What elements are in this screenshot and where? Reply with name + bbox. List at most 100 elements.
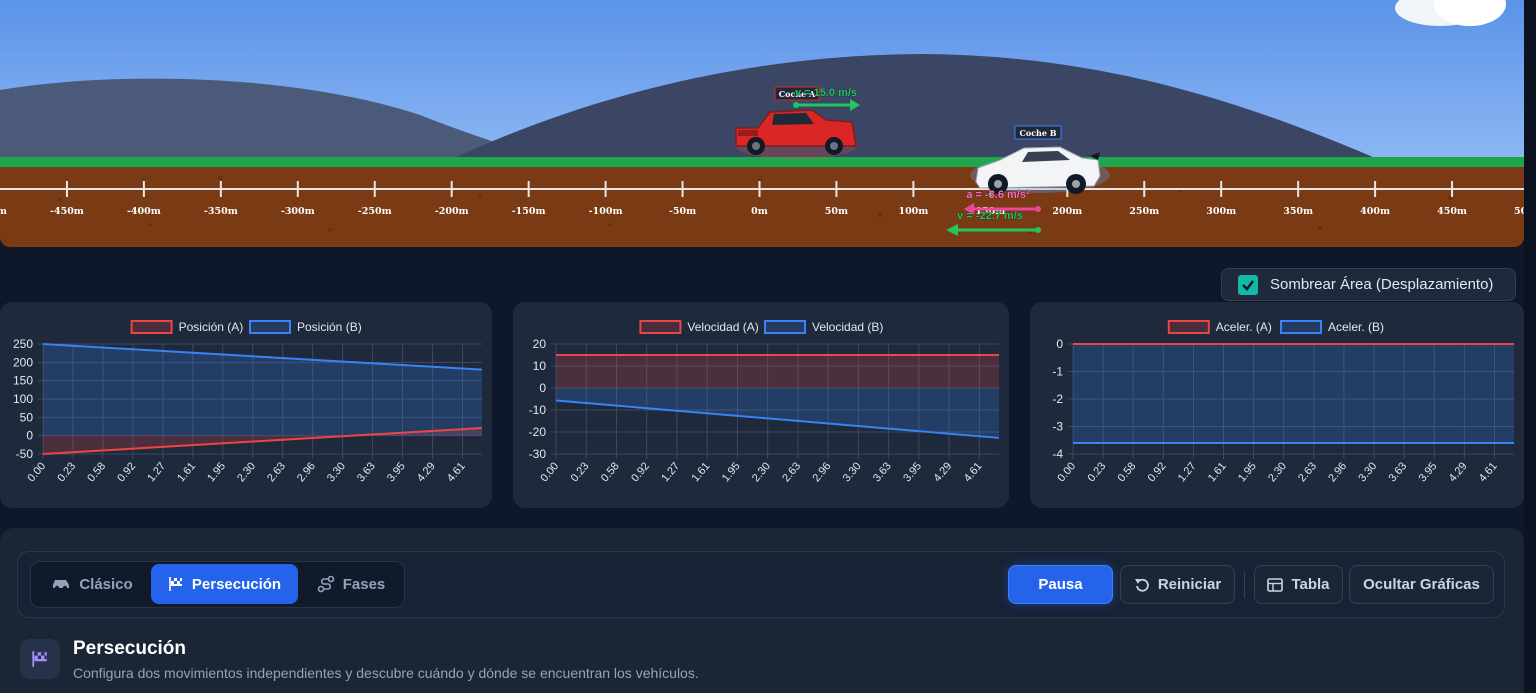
car-a-velocity-label: v = 15.0 m/s bbox=[795, 87, 857, 99]
ruler-tick-label: 50m bbox=[825, 206, 848, 217]
legend-swatch bbox=[764, 320, 806, 334]
hide-charts-label: Ocultar Gráficas bbox=[1363, 576, 1480, 593]
legend-label: Velocidad (B) bbox=[812, 320, 883, 334]
x-tick-label: 4.61 bbox=[445, 460, 468, 484]
x-tick-label: 0.00 bbox=[1055, 460, 1078, 484]
table-button[interactable]: Tabla bbox=[1254, 565, 1343, 604]
section-title: Persecución bbox=[73, 638, 186, 659]
ruler-tick-label: -50m bbox=[669, 206, 696, 217]
x-tick-label: 0.58 bbox=[599, 460, 622, 484]
reset-icon bbox=[1134, 578, 1149, 592]
ruler-tick-label: 450m bbox=[1437, 206, 1467, 217]
x-tick-label: 1.27 bbox=[659, 460, 682, 484]
ruler-tick-label: 300m bbox=[1206, 206, 1236, 217]
x-tick-label: 1.61 bbox=[175, 460, 198, 484]
x-tick-label: 0.58 bbox=[1116, 460, 1139, 484]
x-tick-label: 3.95 bbox=[1417, 460, 1440, 484]
x-tick-label: 1.95 bbox=[720, 460, 743, 484]
x-tick-label: 2.30 bbox=[750, 460, 773, 484]
x-tick-label: 2.96 bbox=[1326, 460, 1349, 484]
x-tick-label: 2.96 bbox=[810, 460, 833, 484]
x-tick-label: 0.58 bbox=[85, 460, 108, 484]
y-tick-label: -30 bbox=[529, 447, 547, 461]
x-tick-label: 2.30 bbox=[1266, 460, 1289, 484]
ruler-tick-label: 100m bbox=[898, 206, 928, 217]
y-tick-label: -50 bbox=[16, 447, 34, 461]
legend-label: Posición (A) bbox=[179, 320, 244, 334]
x-tick-label: 4.29 bbox=[415, 460, 438, 484]
y-tick-label: 0 bbox=[539, 381, 546, 395]
reset-button[interactable]: Reiniciar bbox=[1120, 565, 1235, 604]
position-chart-card: Posición (A) Posición (B) -50 0 50 100 150 200 2… bbox=[0, 302, 492, 508]
x-tick-label: 3.63 bbox=[871, 460, 894, 484]
y-tick-label: -3 bbox=[1052, 420, 1063, 434]
x-tick-label: 4.61 bbox=[962, 460, 985, 484]
x-tick-label: 3.95 bbox=[385, 460, 408, 484]
y-tick-label: -1 bbox=[1052, 365, 1063, 379]
shade-area-checkbox[interactable] bbox=[1238, 274, 1258, 295]
mode-classic-button[interactable]: Clásico bbox=[38, 564, 146, 604]
legend-swatch bbox=[249, 320, 291, 334]
car-b-label: Coche B bbox=[1019, 128, 1056, 138]
x-tick-label: 4.61 bbox=[1477, 460, 1500, 484]
series-area bbox=[556, 355, 999, 388]
toolbar-divider bbox=[1244, 572, 1245, 598]
ruler-tick-label: 250m bbox=[1129, 206, 1159, 217]
shade-area-label: Sombrear Área (Desplazamiento) bbox=[1270, 276, 1494, 293]
x-tick-label: 0.92 bbox=[1146, 460, 1169, 484]
x-tick-label: 2.63 bbox=[265, 460, 288, 484]
shade-area-toggle[interactable]: Sombrear Área (Desplazamiento) bbox=[1221, 268, 1516, 301]
grass-strip bbox=[0, 157, 1524, 167]
car-icon bbox=[53, 580, 70, 591]
x-tick-label: 1.61 bbox=[690, 460, 713, 484]
ruler-tick-label: -350m bbox=[204, 206, 238, 217]
x-tick-label: 3.63 bbox=[355, 460, 378, 484]
scene-canvas: -500m -450m -400m -350m -300m -250m -200m -150m… bbox=[0, 0, 1524, 247]
legend-label: Aceler. (A) bbox=[1216, 320, 1272, 334]
section-description: Configura dos movimientos independientes… bbox=[73, 665, 699, 681]
y-tick-label: -10 bbox=[529, 403, 547, 417]
y-tick-label: 250 bbox=[13, 337, 33, 351]
x-tick-label: 0.00 bbox=[25, 460, 48, 484]
x-tick-label: 3.30 bbox=[1356, 460, 1379, 484]
mode-chase-button[interactable]: Persecución bbox=[151, 564, 298, 604]
x-tick-label: 0.92 bbox=[115, 460, 138, 484]
legend-swatch bbox=[1280, 320, 1322, 334]
scrollbar-track[interactable] bbox=[1524, 0, 1536, 693]
x-tick-label: 4.29 bbox=[1447, 460, 1470, 484]
pause-button[interactable]: Pausa bbox=[1008, 565, 1113, 604]
legend-swatch bbox=[1167, 320, 1210, 334]
ruler-tick-label: 400m bbox=[1360, 206, 1390, 217]
x-tick-label: 4.29 bbox=[931, 460, 954, 484]
ruler-tick-label: -500m bbox=[0, 206, 7, 217]
x-tick-label: 2.96 bbox=[295, 460, 318, 484]
legend-label: Velocidad (A) bbox=[687, 320, 758, 334]
check-icon bbox=[1242, 279, 1254, 291]
ruler-tick-label: 200m bbox=[1052, 206, 1082, 217]
y-tick-label: 100 bbox=[13, 392, 33, 406]
hide-charts-button[interactable]: Ocultar Gráficas bbox=[1349, 565, 1494, 604]
pause-label: Pausa bbox=[1038, 576, 1083, 593]
mode-phases-label: Fases bbox=[342, 575, 386, 593]
ruler-tick-label: -450m bbox=[50, 206, 84, 217]
simulation-scene: -500m -450m -400m -350m -300m -250m -200m -150m… bbox=[0, 0, 1524, 247]
x-tick-label: 2.63 bbox=[780, 460, 803, 484]
reset-label: Reiniciar bbox=[1157, 576, 1222, 593]
mode-phases-button[interactable]: Fases bbox=[304, 564, 398, 604]
series-area bbox=[556, 388, 999, 438]
y-tick-label: 50 bbox=[20, 410, 34, 424]
velocity-chart: Velocidad (A) Velocidad (B) -30 -20 -10 0 10 20… bbox=[529, 320, 1000, 484]
ruler-tick-label: -100m bbox=[589, 206, 623, 217]
x-tick-label: 2.63 bbox=[1296, 460, 1319, 484]
mode-chase-label: Persecución bbox=[191, 575, 282, 593]
legend-label: Posición (B) bbox=[297, 320, 362, 334]
ruler-tick-label: -400m bbox=[127, 206, 161, 217]
x-tick-label: 0.00 bbox=[538, 460, 561, 484]
ruler-tick-label: 0m bbox=[751, 206, 768, 217]
y-tick-label: 0 bbox=[1056, 337, 1063, 351]
x-tick-label: 1.95 bbox=[205, 460, 228, 484]
x-tick-label: 0.92 bbox=[629, 460, 652, 484]
ruler-tick-label: 500m bbox=[1514, 206, 1524, 217]
x-tick-label: 3.30 bbox=[841, 460, 864, 484]
y-tick-label: 200 bbox=[13, 355, 33, 369]
